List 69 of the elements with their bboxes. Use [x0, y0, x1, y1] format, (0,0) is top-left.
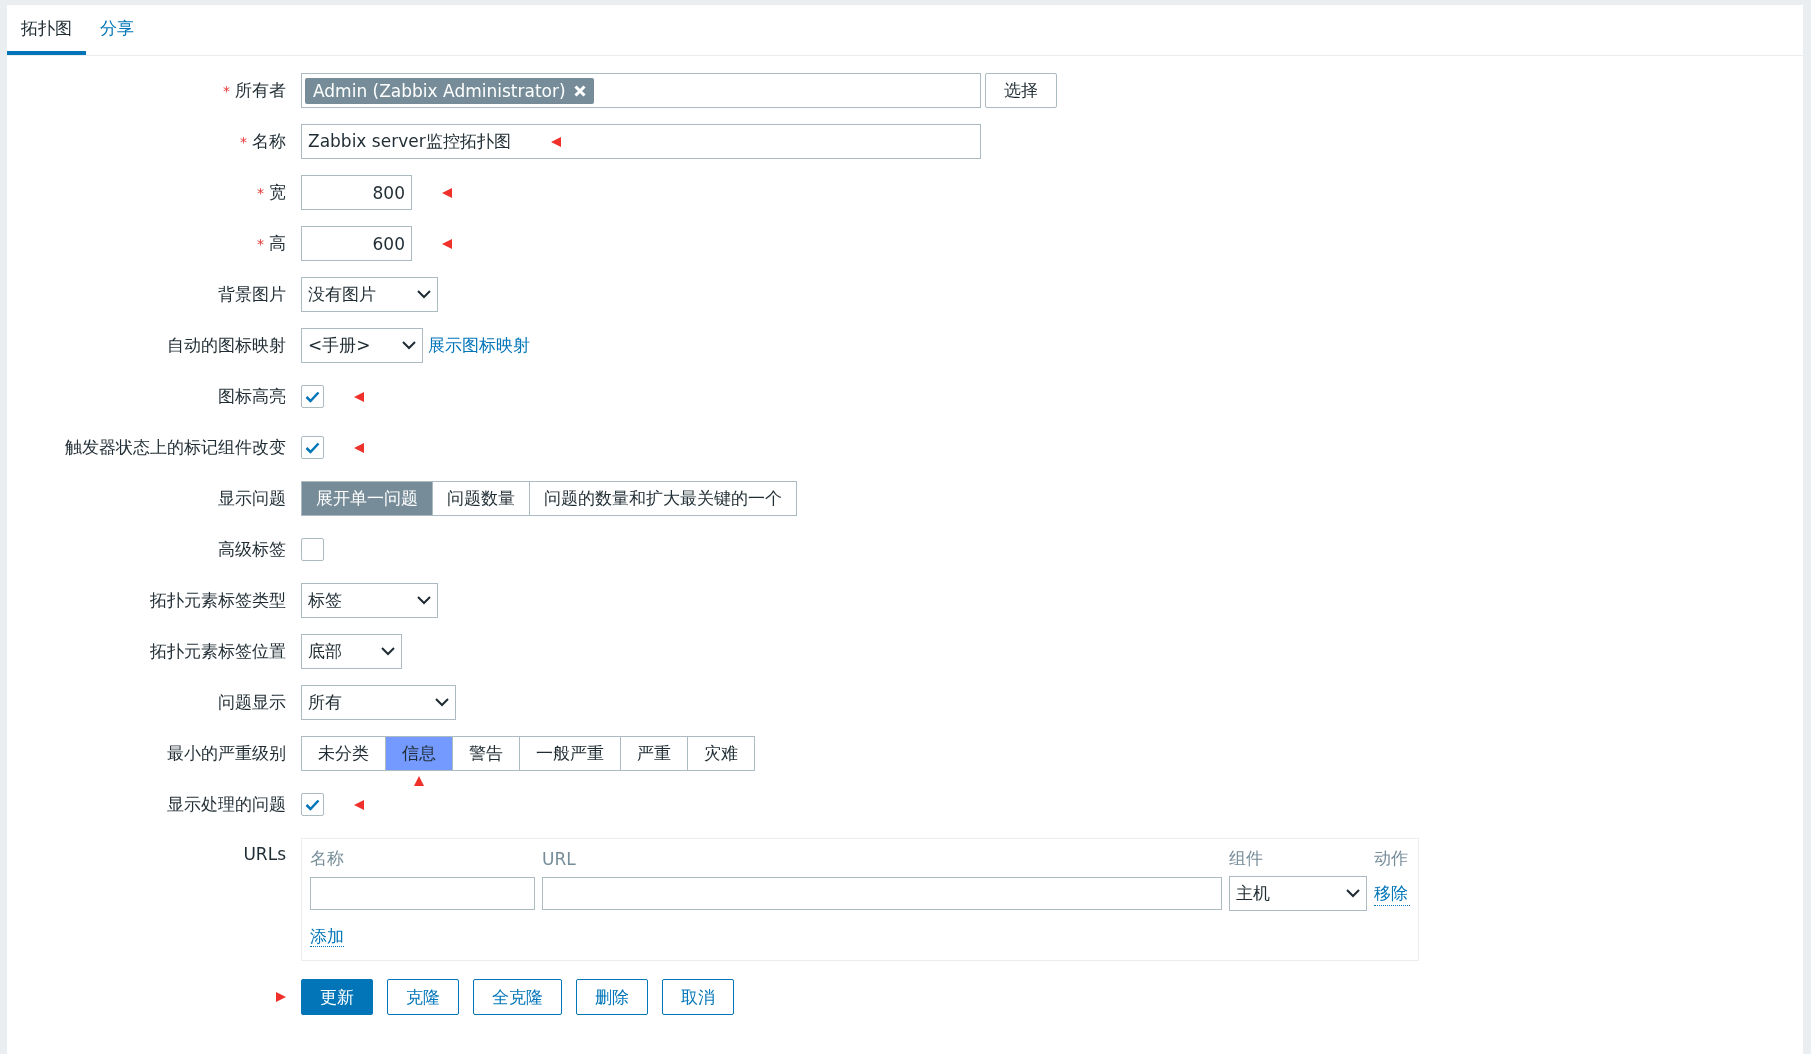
- dropdown[interactable]: 所有: [301, 685, 456, 720]
- dropdown[interactable]: 标签: [301, 583, 438, 618]
- segment-option[interactable]: 问题的数量和扩大最关键的一个: [529, 481, 797, 516]
- checkbox[interactable]: [301, 436, 324, 459]
- number-input[interactable]: 600: [301, 226, 412, 261]
- dropdown[interactable]: 没有图片: [301, 277, 438, 312]
- url-name-input[interactable]: [310, 877, 535, 910]
- field-label: 显示问题: [218, 487, 286, 510]
- chevron-down-icon: [417, 596, 431, 605]
- field-label: 显示处理的问题: [167, 793, 286, 816]
- name-input[interactable]: Zabbix server监控拓扑图: [301, 124, 981, 159]
- chevron-down-icon: [381, 647, 395, 656]
- checkbox[interactable]: [301, 538, 324, 561]
- field-label: 高级标签: [218, 538, 286, 561]
- owner-tag: Admin (Zabbix Administrator): [305, 77, 594, 104]
- field-label: 背景图片: [218, 283, 286, 306]
- segment-option[interactable]: 严重: [620, 736, 688, 771]
- segment-option[interactable]: 警告: [452, 736, 520, 771]
- required-asterisk: *: [257, 235, 264, 252]
- field-label: 触发器状态上的标记组件改变: [65, 436, 286, 459]
- chevron-down-icon: [417, 290, 431, 299]
- action-button[interactable]: 删除: [576, 979, 648, 1015]
- checkbox[interactable]: [301, 793, 324, 816]
- segment-option[interactable]: 一般严重: [519, 736, 621, 771]
- chevron-down-icon: [402, 341, 416, 350]
- column-header: 名称: [310, 847, 345, 870]
- action-button[interactable]: 更新: [301, 979, 373, 1015]
- dropdown[interactable]: 底部: [301, 634, 402, 669]
- field-label: 拓扑元素标签类型: [150, 589, 286, 612]
- checkbox[interactable]: [301, 385, 324, 408]
- action-button[interactable]: 全克隆: [473, 979, 562, 1015]
- required-asterisk: *: [240, 133, 247, 150]
- column-header: 动作: [1374, 847, 1409, 870]
- column-header: 组件: [1229, 847, 1264, 870]
- chevron-down-icon: [1346, 889, 1360, 898]
- check-icon: [305, 390, 320, 403]
- close-icon[interactable]: [573, 84, 586, 97]
- add-link[interactable]: 添加: [310, 926, 344, 947]
- select-button[interactable]: 选择: [985, 73, 1057, 108]
- field-label: 高: [269, 232, 286, 255]
- column-header: URL: [542, 848, 577, 869]
- tab[interactable]: 分享: [86, 5, 148, 55]
- segment-option[interactable]: 信息: [385, 736, 453, 771]
- field-label: 自动的图标映射: [167, 334, 286, 357]
- required-asterisk: *: [257, 184, 264, 201]
- tab[interactable]: 拓扑图: [7, 5, 86, 55]
- field-label: 最小的严重级别: [167, 742, 286, 765]
- field-label: 所有者: [235, 79, 286, 102]
- field-label: 宽: [269, 181, 286, 204]
- chevron-down-icon: [435, 698, 449, 707]
- required-asterisk: *: [223, 82, 230, 99]
- icon-mapping-link[interactable]: 展示图标映射: [428, 334, 530, 357]
- element-dropdown[interactable]: 主机: [1229, 876, 1367, 911]
- remove-link[interactable]: 移除: [1374, 881, 1410, 906]
- check-icon: [305, 798, 320, 811]
- action-button[interactable]: 克隆: [387, 979, 459, 1015]
- segment-option[interactable]: 问题数量: [432, 481, 530, 516]
- dropdown[interactable]: <手册>: [301, 328, 423, 363]
- field-label: 拓扑元素标签位置: [150, 640, 286, 663]
- field-label: 问题显示: [218, 691, 286, 714]
- field-label: 名称: [252, 130, 286, 153]
- action-button[interactable]: 取消: [662, 979, 734, 1015]
- segment-option[interactable]: 灾难: [687, 736, 755, 771]
- field-label: URLs: [243, 844, 286, 864]
- number-input[interactable]: 800: [301, 175, 412, 210]
- field-label: 图标高亮: [218, 385, 286, 408]
- segment-option[interactable]: 未分类: [301, 736, 386, 771]
- check-icon: [305, 441, 320, 454]
- url-input[interactable]: [542, 877, 1222, 910]
